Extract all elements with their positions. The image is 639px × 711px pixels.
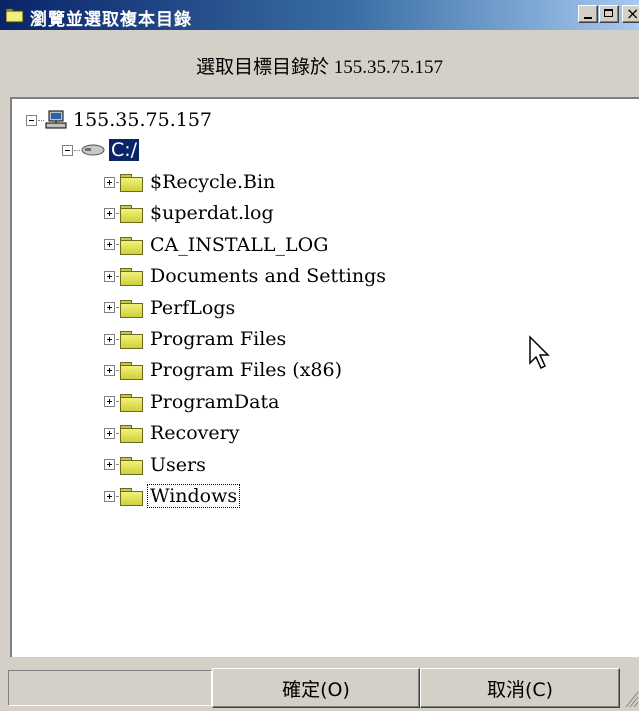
tree-node-root[interactable]: 155.35.75.157: [26, 105, 214, 135]
tree-node-folder[interactable]: PerfLogs: [104, 293, 237, 323]
folder-icon: [119, 361, 143, 381]
tree-connector: [116, 275, 118, 277]
tree-node-drive[interactable]: C:/: [62, 135, 140, 165]
maximize-icon: [604, 9, 613, 17]
folder-icon: [119, 299, 143, 318]
expand-toggle[interactable]: [104, 364, 115, 376]
collapse-toggle[interactable]: [26, 114, 37, 126]
tree-connector: [116, 495, 118, 497]
close-button[interactable]: ×: [622, 4, 639, 23]
tree-node-label: $uperdat.log: [150, 202, 274, 225]
tree-node-folder[interactable]: CA_INSTALL_LOG: [104, 230, 330, 260]
maximize-button[interactable]: [599, 5, 619, 23]
folder-icon: [119, 456, 143, 475]
expand-toggle[interactable]: [104, 333, 115, 345]
computer-icon: [45, 110, 67, 129]
tree-node-folder[interactable]: Recovery: [104, 418, 241, 448]
close-icon: ×: [626, 4, 639, 23]
tree-node-label: Documents and Settings: [150, 265, 386, 288]
tree-node-label: Program Files (x86): [150, 359, 343, 382]
tree-node-folder[interactable]: Users: [104, 450, 208, 480]
expand-toggle[interactable]: [104, 239, 115, 251]
tree-node-label: CA_INSTALL_LOG: [150, 233, 329, 256]
folder-icon: [119, 487, 143, 506]
expand-toggle[interactable]: [104, 396, 115, 408]
tree-connector: [116, 181, 118, 183]
directory-tree[interactable]: 155.35.75.157 C:/ $Recycle.Bin $uperdat.l…: [10, 97, 639, 657]
tree-connector: [38, 119, 44, 121]
tree-node-label: C:/: [109, 139, 140, 161]
tree-node-folder[interactable]: ProgramData: [104, 387, 281, 417]
tree-node-label: 155.35.75.157: [73, 109, 213, 131]
expand-toggle[interactable]: [104, 176, 115, 188]
expand-toggle[interactable]: [104, 459, 115, 471]
instruction-host: 155.35.75.157: [333, 57, 443, 78]
tree-node-label: ProgramData: [150, 390, 280, 413]
tree-connector: [116, 244, 118, 246]
tree-node-label: PerfLogs: [150, 296, 236, 319]
cancel-button[interactable]: 取消(C): [420, 668, 620, 708]
expand-toggle[interactable]: [104, 302, 115, 314]
title-bar[interactable]: 瀏覽並選取複本目錄 ×: [0, 0, 639, 30]
tree-node-label: Users: [150, 453, 206, 476]
tree-node-folder[interactable]: Windows: [104, 481, 241, 511]
instruction-prefix: 選取目標目錄於: [195, 57, 334, 78]
minimize-icon: [584, 17, 592, 19]
folder-icon: [119, 393, 143, 412]
folder-icon: [119, 424, 143, 444]
tree-connector: [116, 338, 118, 340]
tree-connector: [116, 464, 118, 466]
tree-node-folder[interactable]: Program Files: [104, 324, 288, 354]
expand-toggle[interactable]: [104, 207, 115, 219]
folder-icon: [119, 204, 143, 224]
status-field: [8, 670, 212, 706]
folder-app-icon: [6, 8, 24, 23]
tree-node-folder[interactable]: Program Files (x86): [104, 355, 344, 385]
tree-connector: [74, 149, 80, 151]
tree-node-label: $Recycle.Bin: [150, 171, 276, 193]
expand-toggle[interactable]: [104, 270, 115, 282]
tree-node-folder[interactable]: $uperdat.log: [104, 198, 276, 228]
collapse-toggle[interactable]: [62, 144, 73, 156]
dialog-instruction: 選取目標目錄於 155.35.75.157: [0, 52, 639, 79]
window-title: 瀏覽並選取複本目錄: [30, 10, 192, 30]
resize-grip-icon[interactable]: [622, 688, 639, 708]
mouse-cursor-icon: [529, 335, 550, 370]
tree-node-label: Windows: [146, 484, 241, 508]
tree-node-folder[interactable]: $Recycle.Bin: [104, 167, 277, 197]
folder-icon: [119, 267, 143, 287]
tree-connector: [116, 212, 118, 214]
tree-connector: [116, 307, 118, 309]
expand-toggle[interactable]: [104, 427, 115, 439]
minimize-button[interactable]: [578, 5, 598, 23]
tree-connector: [116, 401, 118, 403]
tree-node-folder[interactable]: Documents and Settings: [104, 261, 388, 291]
folder-icon: [119, 236, 143, 255]
expand-toggle[interactable]: [104, 490, 115, 502]
tree-node-label: Recovery: [150, 422, 240, 445]
folder-icon: [119, 173, 143, 192]
tree-connector: [116, 432, 118, 434]
folder-icon: [119, 330, 143, 349]
tree-node-label: Program Files: [150, 328, 287, 350]
ok-button[interactable]: 確定(O): [212, 668, 420, 708]
tree-connector: [116, 369, 118, 371]
drive-icon: [81, 144, 105, 156]
